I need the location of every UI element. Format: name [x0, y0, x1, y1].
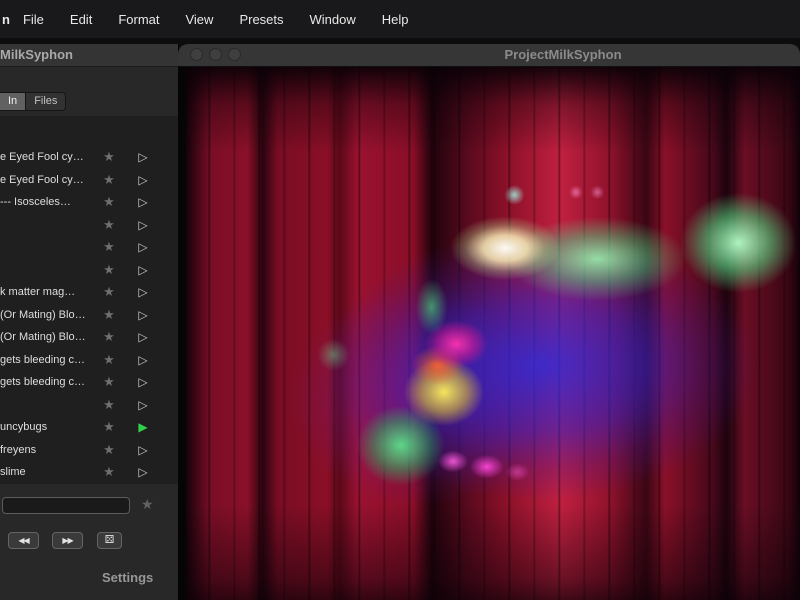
play-icon[interactable]: ▷ [130, 173, 156, 187]
preset-row[interactable]: gets bleeding c…★ ▷ [0, 371, 178, 394]
preset-label: e Eyed Fool cy… [0, 151, 96, 163]
preset-label: e Eyed Fool cy… [0, 174, 96, 186]
menu-item-edit[interactable]: Edit [57, 12, 105, 27]
menu-item-window[interactable]: Window [297, 12, 369, 27]
play-icon[interactable]: ▷ [130, 375, 156, 389]
star-icon[interactable]: ★ [96, 194, 122, 210]
play-icon[interactable]: ▷ [130, 465, 156, 479]
tab-built-in[interactable]: In [0, 92, 26, 111]
preset-row[interactable]: freyens★ ▷ [0, 439, 178, 462]
preset-label: (Or Mating) Blo… [0, 331, 96, 343]
random-preset-button[interactable]: ⚄ [97, 532, 122, 549]
search-input[interactable] [2, 497, 130, 514]
browser-titlebar[interactable]: MilkSyphon [0, 44, 178, 67]
visualizer-window: ProjectMilkSyphon [178, 44, 800, 600]
play-icon[interactable]: ▷ [130, 353, 156, 367]
star-icon[interactable]: ★ [96, 442, 122, 458]
settings-button[interactable]: Settings [102, 570, 153, 585]
preset-row[interactable]: e Eyed Fool cy…★ ▷ [0, 169, 178, 192]
previous-preset-button[interactable]: ◀◀ [8, 532, 39, 549]
preset-row[interactable]: k matter mag…★ ▷ [0, 281, 178, 304]
preset-row[interactable]: ★▷ [0, 214, 178, 237]
play-icon[interactable]: ▷ [130, 240, 156, 254]
star-icon[interactable]: ★ [96, 329, 122, 345]
preset-row[interactable]: slime★ ▷ [0, 461, 178, 484]
menu-item-presets[interactable]: Presets [226, 12, 296, 27]
play-icon[interactable]: ▷ [130, 263, 156, 277]
preset-row[interactable]: gets bleeding c…★ ▷ [0, 349, 178, 372]
menu-items: FileEditFormatViewPresetsWindowHelp [10, 12, 422, 27]
preset-row[interactable]: ★▷ [0, 236, 178, 259]
menu-item-file[interactable]: File [10, 12, 57, 27]
play-icon[interactable]: ▷ [130, 218, 156, 232]
play-icon[interactable]: ▷ [130, 285, 156, 299]
preset-label: (Or Mating) Blo… [0, 309, 96, 321]
star-icon[interactable]: ★ [96, 262, 122, 278]
play-icon[interactable]: ▷ [130, 330, 156, 344]
play-icon[interactable]: ▷ [130, 195, 156, 209]
tab-files[interactable]: Files [26, 92, 66, 111]
preset-label: --- Isosceles… [0, 196, 96, 208]
menubar: n FileEditFormatViewPresetsWindowHelp [0, 0, 800, 38]
preset-label: k matter mag… [0, 286, 96, 298]
visualization-canvas [186, 67, 800, 600]
play-icon[interactable]: ▷ [130, 398, 156, 412]
play-icon-active[interactable]: ▶ [130, 420, 156, 434]
browser-title: MilkSyphon [0, 47, 73, 62]
preset-label: gets bleeding c… [0, 354, 96, 366]
star-icon[interactable]: ★ [96, 374, 122, 390]
visualizer-title: ProjectMilkSyphon [178, 44, 800, 66]
preset-browser-window: MilkSyphon In Files e Eyed Fool cy…★▷e E… [0, 44, 179, 600]
app-menu[interactable]: n [0, 12, 10, 27]
star-icon[interactable]: ★ [96, 284, 122, 300]
tab-bar: In Files [0, 92, 66, 111]
preset-label: freyens [0, 444, 96, 456]
star-icon[interactable]: ★ [96, 397, 122, 413]
star-icon[interactable]: ★ [96, 172, 122, 188]
play-icon[interactable]: ▷ [130, 443, 156, 457]
preset-row[interactable]: --- Isosceles…★ ▷ [0, 191, 178, 214]
menu-item-help[interactable]: Help [369, 12, 422, 27]
menu-item-view[interactable]: View [172, 12, 226, 27]
preset-list: e Eyed Fool cy…★▷e Eyed Fool cy…★▷--- Is… [0, 116, 178, 484]
preset-row[interactable]: (Or Mating) Blo…★ ▷ [0, 326, 178, 349]
play-icon[interactable]: ▷ [130, 308, 156, 322]
preset-row[interactable]: uncybugs★ ▶ [0, 416, 178, 439]
play-icon[interactable]: ▷ [130, 150, 156, 164]
favorite-star-icon[interactable]: ★ [141, 496, 154, 513]
next-preset-button[interactable]: ▶▶ [52, 532, 83, 549]
preset-row[interactable]: (Or Mating) Blo…★ ▷ [0, 304, 178, 327]
star-icon[interactable]: ★ [96, 149, 122, 165]
menu-item-format[interactable]: Format [105, 12, 172, 27]
preset-row[interactable]: ★▷ [0, 259, 178, 282]
preset-label: gets bleeding c… [0, 376, 96, 388]
star-icon[interactable]: ★ [96, 239, 122, 255]
visualizer-titlebar[interactable]: ProjectMilkSyphon [178, 44, 800, 67]
preset-row[interactable]: e Eyed Fool cy…★ ▷ [0, 146, 178, 169]
star-icon[interactable]: ★ [96, 217, 122, 233]
star-icon[interactable]: ★ [96, 419, 122, 435]
preset-label: slime [0, 466, 96, 478]
preset-label: uncybugs [0, 421, 96, 433]
preset-row[interactable]: ★▷ [0, 394, 178, 417]
star-icon[interactable]: ★ [96, 352, 122, 368]
star-icon[interactable]: ★ [96, 464, 122, 480]
star-icon[interactable]: ★ [96, 307, 122, 323]
